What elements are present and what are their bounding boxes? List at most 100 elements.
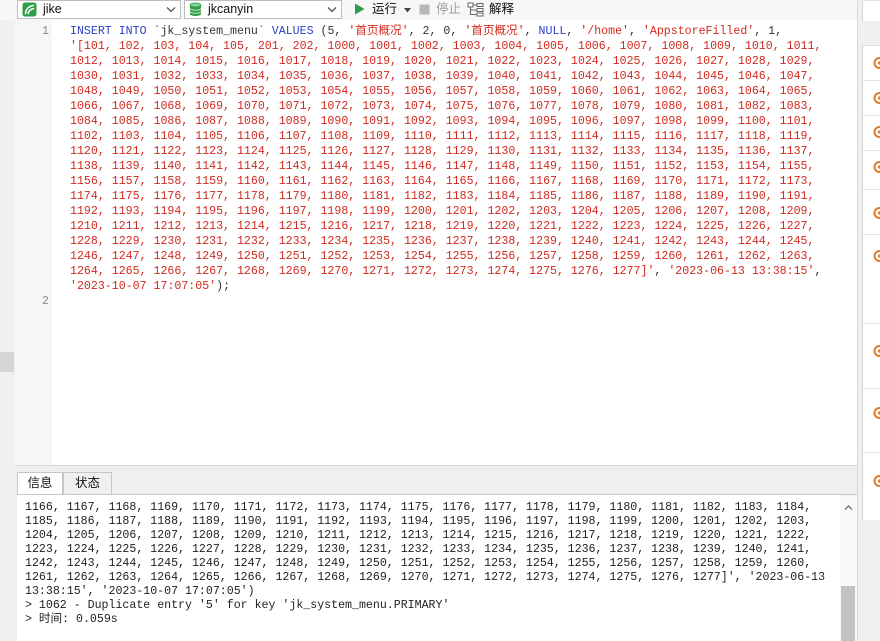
code-text: 1264, 1265, 1266, 1267, 1268, 1269, 1270… [70,264,821,279]
sql-string: 1120, 1121, 1122, 1123, 1124, 1125, 1126… [70,145,815,158]
status-ring-icon [873,207,880,219]
message-line: 13:38:15', '2023-10-07 17:07:05') [25,585,255,598]
code-text: '2023-10-07 17:07:05'); [70,279,230,294]
panel-item[interactable] [862,388,880,452]
sql-string: 1030, 1031, 1032, 1033, 1034, 1035, 1036… [70,70,815,83]
tab-info[interactable]: 信息 [17,472,63,494]
code-row[interactable]: 1 INSERT INTO `jk_system_menu` VALUES (5,… [15,24,857,39]
status-ring-icon [873,250,880,262]
code-text: 1156, 1157, 1158, 1159, 1160, 1161, 1162… [70,174,814,189]
run-button[interactable]: 运行 [352,0,412,19]
database-icon [189,2,202,16]
sql-text: , 2, 0, [408,25,465,38]
connection-select[interactable]: jike [17,0,181,19]
sql-text: , [814,265,822,278]
splitter-handle[interactable] [0,352,14,372]
code-text: 1066, 1067, 1068, 1069, 1070, 1071, 1072… [70,99,814,114]
code-row[interactable]: 1120, 1121, 1122, 1123, 1124, 1125, 1126… [15,144,857,159]
right-side-panel [857,0,880,641]
message-line: 1166, 1167, 1168, 1169, 1170, 1171, 1172… [25,501,812,514]
code-row[interactable]: 1228, 1229, 1230, 1231, 1232, 1233, 1234… [15,234,857,249]
sql-keyword: INSERT [70,25,112,38]
sql-text: `jk_system_menu` [146,25,272,38]
sql-string: 1156, 1157, 1158, 1159, 1160, 1161, 1162… [70,175,815,188]
code-row[interactable]: '[101, 102, 103, 104, 105, 201, 202, 100… [15,39,857,54]
sql-text: , 1, [754,25,783,38]
message-panel: 1166, 1167, 1168, 1169, 1170, 1171, 1172… [17,494,840,641]
sql-text: ); [216,280,231,293]
explain-button[interactable]: 解释 [466,0,516,19]
message-scrollbar[interactable] [840,494,857,641]
sql-string: 'AppstoreFilled' [642,25,755,38]
sql-string: 1138, 1139, 1140, 1141, 1142, 1143, 1144… [70,160,815,173]
sql-keyword: VALUES [271,25,314,38]
code-row[interactable]: 1138, 1139, 1140, 1141, 1142, 1143, 1144… [15,159,857,174]
stop-label: 停止 [436,2,462,16]
code-text: 1246, 1247, 1248, 1249, 1250, 1251, 1252… [70,249,814,264]
code-row[interactable]: 1156, 1157, 1158, 1159, 1160, 1161, 1162… [15,174,857,189]
sql-string: 1048, 1049, 1050, 1051, 1052, 1053, 1054… [70,85,815,98]
code-text: 1138, 1139, 1140, 1141, 1142, 1143, 1144… [70,159,814,174]
run-label: 运行 [372,2,398,16]
message-line: 1223, 1224, 1225, 1226, 1227, 1228, 1229… [25,543,812,556]
connection-name: jike [43,2,62,16]
scroll-up-arrow-icon[interactable] [844,504,853,511]
message-log: 1166, 1167, 1168, 1169, 1170, 1171, 1172… [25,501,825,627]
scrollbar-thumb[interactable] [841,586,855,641]
sql-string: '[101, 102, 103, 104, 105, 201, 202, 100… [70,40,822,53]
message-line: > 时间: 0.059s [25,613,118,626]
panel-item[interactable] [862,115,880,150]
message-line: 1204, 1205, 1206, 1207, 1208, 1209, 1210… [25,529,812,542]
sql-string: 1210, 1211, 1212, 1213, 1214, 1215, 1216… [70,220,815,233]
code-text: 1102, 1103, 1104, 1105, 1106, 1107, 1108… [70,129,814,144]
sql-string: '2023-10-07 17:07:05' [70,280,217,293]
code-row[interactable]: 2 [15,294,857,309]
sql-string: 1246, 1247, 1248, 1249, 1250, 1251, 1252… [70,250,815,263]
caret-down-icon[interactable] [404,8,411,13]
tab-status[interactable]: 状态 [63,472,112,494]
code-text: 1192, 1193, 1194, 1195, 1196, 1197, 1198… [70,204,814,219]
code-row[interactable]: 1174, 1175, 1176, 1177, 1178, 1179, 1180… [15,189,857,204]
sql-string: '首页概况' [464,25,525,38]
sql-string: 1066, 1067, 1068, 1069, 1070, 1071, 1072… [70,100,815,113]
code-row[interactable]: 1102, 1103, 1104, 1105, 1106, 1107, 1108… [15,129,857,144]
status-ring-icon [873,126,880,138]
code-row[interactable]: 1210, 1211, 1212, 1213, 1214, 1215, 1216… [15,219,857,234]
panel-item[interactable] [862,323,880,388]
panel-item[interactable] [862,45,880,80]
line-number: 2 [42,295,49,308]
code-text: '[101, 102, 103, 104, 105, 201, 202, 100… [70,39,821,54]
stop-icon [419,4,430,15]
code-row[interactable]: 1048, 1049, 1050, 1051, 1052, 1053, 1054… [15,84,857,99]
code-area[interactable]: 1 INSERT INTO `jk_system_menu` VALUES (5,… [15,24,857,309]
code-row[interactable]: 1264, 1265, 1266, 1267, 1268, 1269, 1270… [15,264,857,279]
left-sidebar-collapsed [0,20,15,641]
sql-text: , [524,25,539,38]
sql-string: 1264, 1265, 1266, 1267, 1268, 1269, 1270… [70,265,655,278]
panel-item[interactable] [862,80,880,115]
panel-item[interactable] [862,452,880,520]
sql-editor[interactable]: 1 INSERT INTO `jk_system_menu` VALUES (5,… [15,20,857,466]
code-row[interactable]: 1012, 1013, 1014, 1015, 1016, 1017, 1018… [15,54,857,69]
code-row[interactable]: 1246, 1247, 1248, 1249, 1250, 1251, 1252… [15,249,857,264]
code-text: 1228, 1229, 1230, 1231, 1232, 1233, 1234… [70,234,814,249]
code-row[interactable]: 1192, 1193, 1194, 1195, 1196, 1197, 1198… [15,204,857,219]
sql-string: 1102, 1103, 1104, 1105, 1106, 1107, 1108… [70,130,815,143]
panel-item[interactable] [862,234,880,323]
sql-string: '首页概况' [348,25,409,38]
code-text: 1210, 1211, 1212, 1213, 1214, 1215, 1216… [70,219,814,234]
code-row[interactable]: 1084, 1085, 1086, 1087, 1088, 1089, 1090… [15,114,857,129]
panel-top-button[interactable] [862,0,880,21]
panel-item[interactable] [862,189,880,234]
stop-button[interactable]: 停止 [418,0,462,19]
database-select[interactable]: jkcanyin [184,0,342,19]
code-row[interactable]: 1030, 1031, 1032, 1033, 1034, 1035, 1036… [15,69,857,84]
code-row[interactable]: '2023-10-07 17:07:05'); [15,279,857,294]
sql-text: , [566,25,581,38]
status-ring-icon [873,92,880,104]
explain-label: 解释 [489,2,515,16]
code-text: 1012, 1013, 1014, 1015, 1016, 1017, 1018… [70,54,814,69]
code-row[interactable]: 1066, 1067, 1068, 1069, 1070, 1071, 1072… [15,99,857,114]
panel-item[interactable] [862,150,880,189]
